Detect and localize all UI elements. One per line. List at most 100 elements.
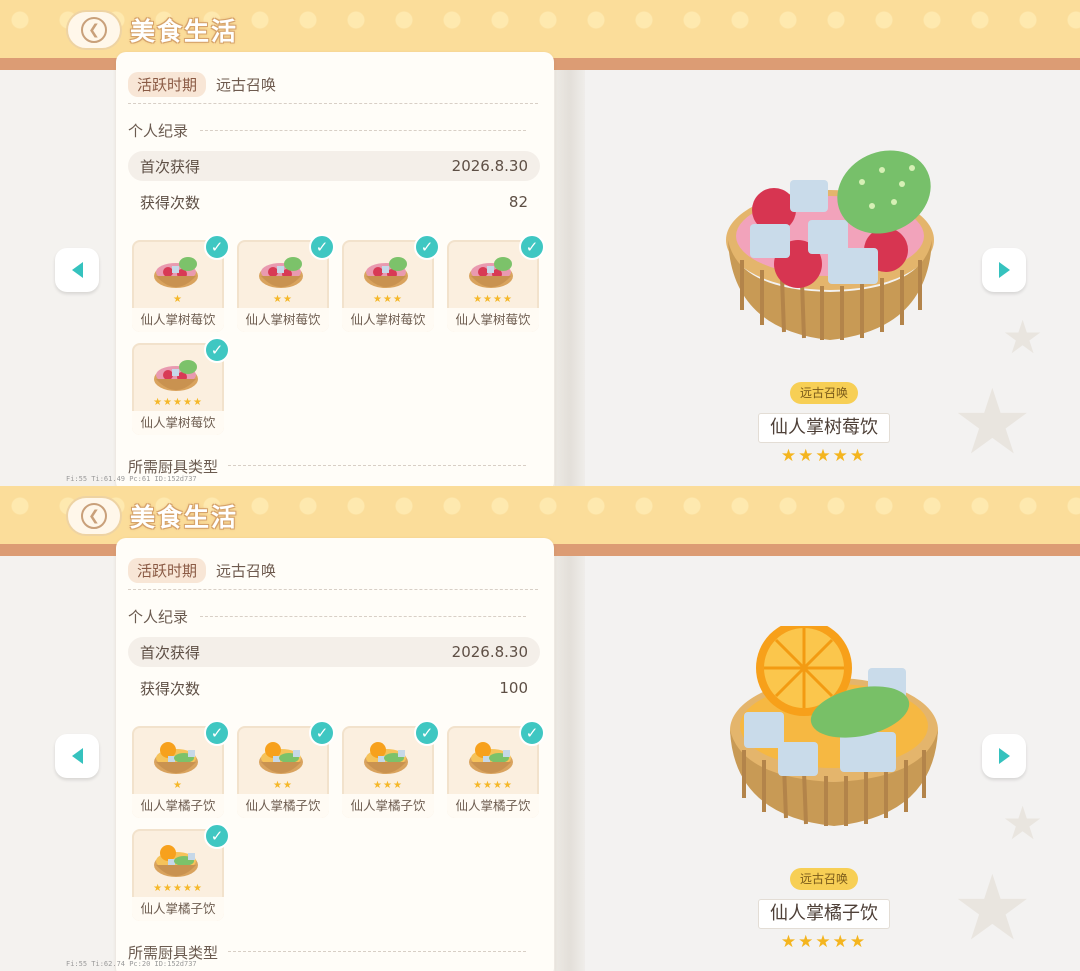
divider bbox=[128, 103, 538, 104]
dish-thumbnail bbox=[469, 742, 513, 774]
background-star-icon: ★ bbox=[1002, 310, 1044, 364]
next-button[interactable] bbox=[982, 248, 1026, 292]
obtain-count-row: 获得次数 100 bbox=[128, 673, 540, 703]
check-icon: ✓ bbox=[519, 720, 545, 746]
page-title: 美食生活 bbox=[130, 503, 239, 532]
check-icon: ✓ bbox=[309, 720, 335, 746]
background-star-icon: ★ bbox=[1002, 796, 1044, 850]
obtain-count-value: 82 bbox=[508, 193, 528, 211]
prev-button[interactable] bbox=[55, 248, 99, 292]
active-period-row: 活跃时期 远古召唤 bbox=[128, 72, 276, 97]
obtain-count-row: 获得次数 82 bbox=[128, 187, 540, 217]
active-period-value: 远古召唤 bbox=[216, 562, 277, 580]
variant-card[interactable]: ★★ 仙人掌橘子饮 ✓ bbox=[237, 720, 335, 818]
obtain-count-label: 获得次数 bbox=[140, 679, 201, 698]
background-star-icon: ★ bbox=[952, 856, 1033, 961]
back-button[interactable]: ❮ bbox=[66, 10, 122, 50]
obtain-count-value: 100 bbox=[499, 679, 528, 697]
divider bbox=[200, 616, 526, 617]
screen-raspberry: ❮ 美食生活 ★ ★ 活跃时期 远古召唤 个人纪录 首次获得 2026.8.30… bbox=[0, 0, 1080, 486]
personal-record-heading: 个人纪录 bbox=[128, 120, 195, 141]
check-icon: ✓ bbox=[204, 234, 230, 260]
screenshot-stack: ❮ 美食生活 ★ ★ 活跃时期 远古召唤 个人纪录 首次获得 2026.8.30… bbox=[0, 0, 1080, 971]
dish-thumbnail bbox=[259, 257, 303, 288]
dish-thumbnail bbox=[469, 257, 513, 288]
variant-name: 仙人掌橘子饮 bbox=[447, 794, 539, 818]
check-icon: ✓ bbox=[309, 234, 335, 260]
dish-thumbnail bbox=[154, 360, 198, 391]
chevron-left-icon: ❮ bbox=[81, 17, 107, 43]
variant-card[interactable]: ★★★ 仙人掌橘子饮 ✓ bbox=[342, 720, 440, 818]
variant-name: 仙人掌橘子饮 bbox=[132, 794, 224, 818]
rarity-stars: ★★★★★ bbox=[153, 883, 203, 894]
divider bbox=[200, 130, 526, 131]
screen-orange: ❮ 美食生活 ★ ★ 活跃时期 远古召唤 个人纪录 首次获得 2026.8.30… bbox=[0, 486, 1080, 971]
check-icon: ✓ bbox=[414, 234, 440, 260]
rarity-stars: ★★ bbox=[273, 780, 293, 791]
variant-name: 仙人掌树莓饮 bbox=[132, 308, 224, 332]
triangle-right-icon bbox=[998, 748, 1010, 764]
dish-illustration bbox=[730, 626, 938, 826]
triangle-left-icon bbox=[71, 748, 83, 764]
first-obtained-row: 首次获得 2026.8.30 bbox=[128, 151, 540, 181]
divider bbox=[228, 465, 526, 466]
variant-card[interactable]: ★★★ 仙人掌树莓饮 ✓ bbox=[342, 234, 440, 332]
item-name: 仙人掌树莓饮 bbox=[758, 413, 890, 443]
rarity-stars: ★★★ bbox=[373, 294, 403, 305]
rarity-stars: ★★★★ bbox=[473, 294, 513, 305]
dish-thumbnail bbox=[259, 742, 303, 774]
triangle-right-icon bbox=[998, 262, 1010, 278]
check-icon: ✓ bbox=[414, 720, 440, 746]
variant-card[interactable]: ★★★★★ 仙人掌树莓饮 ✓ bbox=[132, 337, 230, 435]
variant-name: 仙人掌橘子饮 bbox=[132, 897, 224, 921]
info-panel: 活跃时期 远古召唤 个人纪录 首次获得 2026.8.30 获得次数 100 ★… bbox=[116, 538, 554, 971]
variant-card[interactable]: ★★★★ 仙人掌树莓饮 ✓ bbox=[447, 234, 545, 332]
variant-name: 仙人掌树莓饮 bbox=[132, 411, 224, 435]
book-spine bbox=[555, 556, 585, 971]
first-obtained-label: 首次获得 bbox=[140, 643, 201, 662]
active-period-row: 活跃时期 远古召唤 bbox=[128, 558, 276, 583]
dish-thumbnail bbox=[364, 742, 408, 774]
era-badge: 远古召唤 bbox=[790, 382, 858, 404]
variant-card[interactable]: ★★★★★ 仙人掌橘子饮 ✓ bbox=[132, 823, 230, 921]
variant-card[interactable]: ★★★★ 仙人掌橘子饮 ✓ bbox=[447, 720, 545, 818]
dish-thumbnail bbox=[154, 845, 198, 877]
debug-overlay: Fi:55 Ti:62.74 Pc:20 ID:152d737 bbox=[66, 960, 197, 968]
book-spine bbox=[555, 70, 585, 486]
variant-name: 仙人掌树莓饮 bbox=[237, 308, 329, 332]
check-icon: ✓ bbox=[519, 234, 545, 260]
page-title: 美食生活 bbox=[130, 17, 239, 46]
personal-record-heading: 个人纪录 bbox=[128, 606, 195, 627]
item-name: 仙人掌橘子饮 bbox=[758, 899, 890, 929]
variant-name: 仙人掌树莓饮 bbox=[447, 308, 539, 332]
active-period-tag: 活跃时期 bbox=[128, 558, 207, 583]
variant-card[interactable]: ★ 仙人掌树莓饮 ✓ bbox=[132, 234, 230, 332]
variant-card[interactable]: ★ 仙人掌橘子饮 ✓ bbox=[132, 720, 230, 818]
active-period-tag: 活跃时期 bbox=[128, 72, 207, 97]
divider bbox=[228, 951, 526, 952]
first-obtained-value: 2026.8.30 bbox=[451, 157, 528, 175]
rarity-stars: ★★★★★ bbox=[153, 397, 203, 408]
dish-thumbnail bbox=[364, 257, 408, 288]
rarity-stars: ★★★ bbox=[373, 780, 403, 791]
next-button[interactable] bbox=[982, 734, 1026, 778]
back-button[interactable]: ❮ bbox=[66, 496, 122, 536]
info-panel: 活跃时期 远古召唤 个人纪录 首次获得 2026.8.30 获得次数 82 ★ … bbox=[116, 52, 554, 486]
rarity-stars: ★ bbox=[173, 780, 183, 791]
era-badge: 远古召唤 bbox=[790, 868, 858, 890]
variant-name: 仙人掌橘子饮 bbox=[342, 794, 434, 818]
background-star-icon: ★ bbox=[952, 370, 1033, 475]
first-obtained-row: 首次获得 2026.8.30 bbox=[128, 637, 540, 667]
item-rarity-stars: ★★★★★ bbox=[780, 446, 868, 466]
rarity-stars: ★ bbox=[173, 294, 183, 305]
dish-thumbnail bbox=[154, 257, 198, 288]
dish-thumbnail bbox=[154, 742, 198, 774]
check-icon: ✓ bbox=[204, 720, 230, 746]
rarity-stars: ★★ bbox=[273, 294, 293, 305]
first-obtained-value: 2026.8.30 bbox=[451, 643, 528, 661]
first-obtained-label: 首次获得 bbox=[140, 157, 201, 176]
variant-card[interactable]: ★★ 仙人掌树莓饮 ✓ bbox=[237, 234, 335, 332]
prev-button[interactable] bbox=[55, 734, 99, 778]
chevron-left-icon: ❮ bbox=[81, 503, 107, 529]
variant-name: 仙人掌橘子饮 bbox=[237, 794, 329, 818]
